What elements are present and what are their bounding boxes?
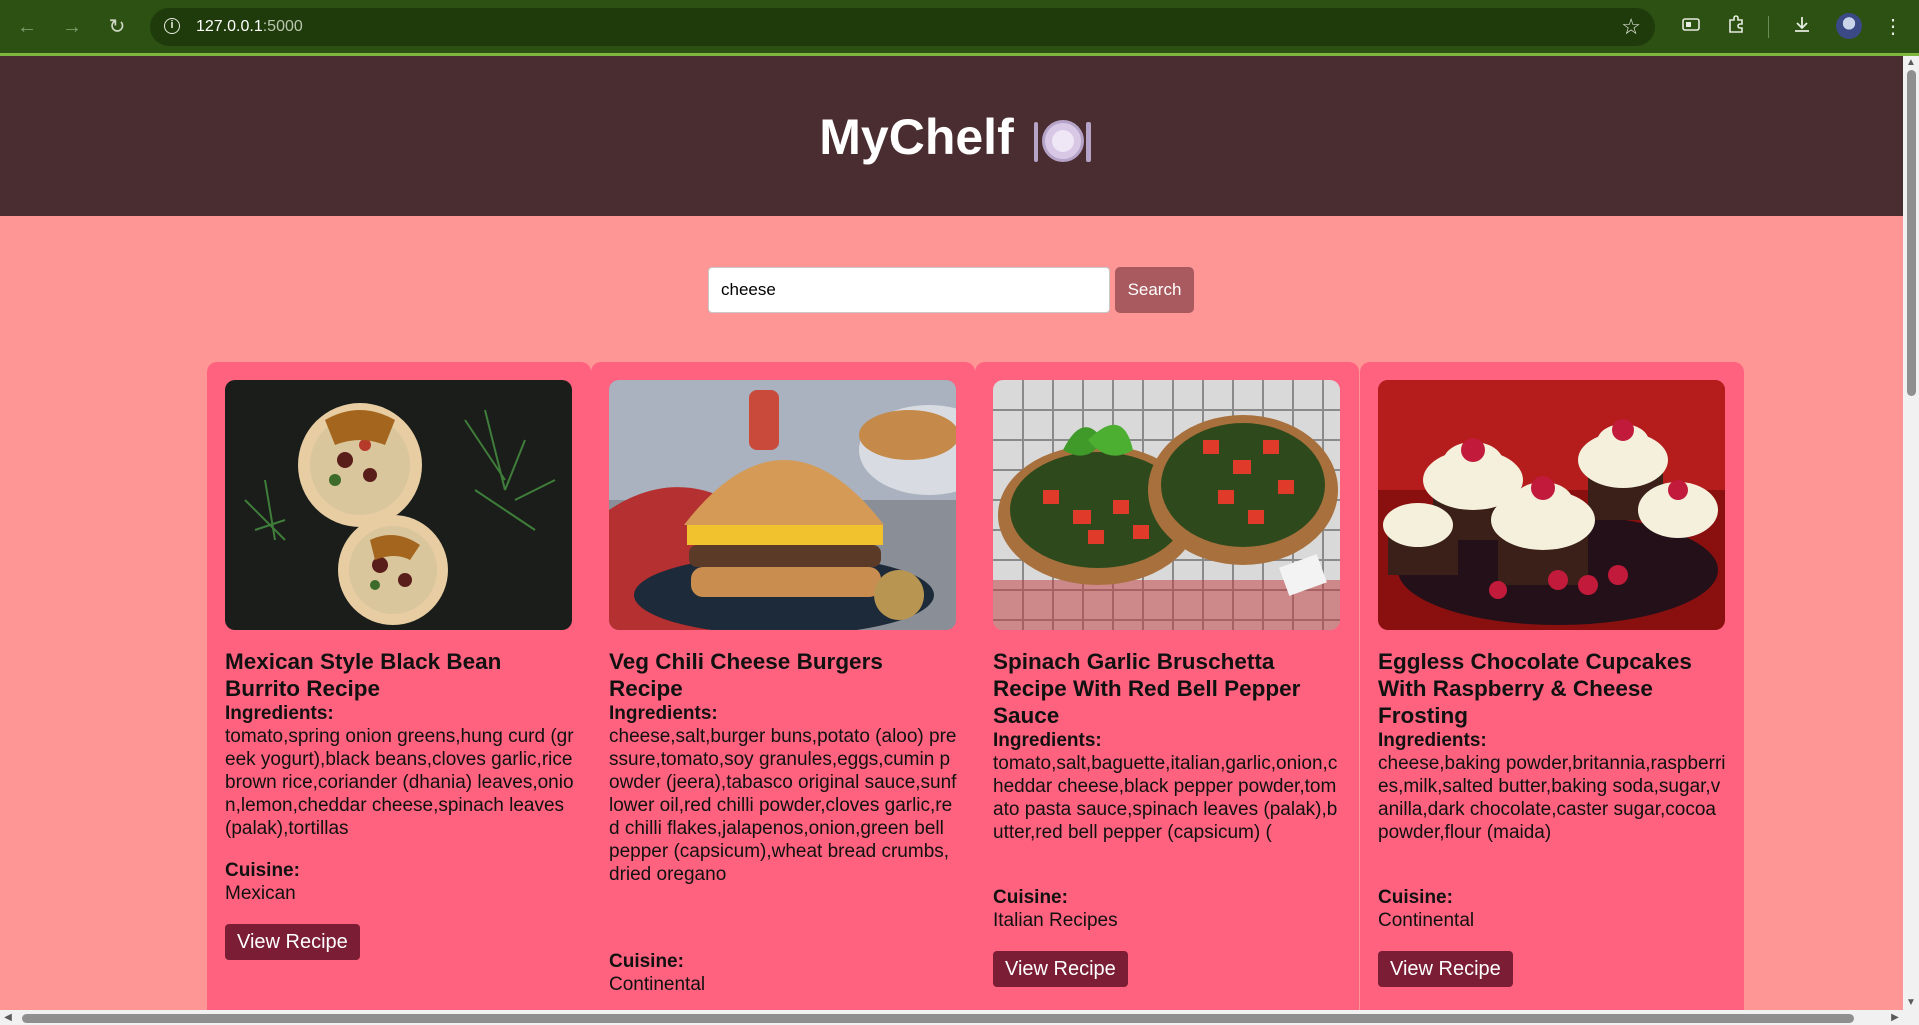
- cuisine-label: Cuisine:: [225, 860, 300, 881]
- ingredients-label: Ingredients:: [225, 703, 334, 724]
- address-bar[interactable]: i 127.0.0.1:5000 ☆: [150, 8, 1655, 46]
- recipe-card: Spinach Garlic Bruschetta Recipe With Re…: [975, 362, 1359, 1010]
- recipe-card: Veg Chili Cheese Burgers Recipe Ingredie…: [591, 362, 975, 1010]
- recipe-ingredients: Ingredients: tomato,spring onion greens,…: [225, 702, 575, 840]
- scroll-right-arrow-icon[interactable]: ▶: [1887, 1010, 1903, 1025]
- ingredients-label: Ingredients:: [1378, 730, 1487, 751]
- download-icon[interactable]: [1789, 14, 1815, 40]
- recipe-cuisine: Cuisine: Italian Recipes: [993, 886, 1343, 932]
- forward-icon[interactable]: →: [59, 14, 85, 40]
- site-info-icon[interactable]: i: [164, 18, 180, 34]
- view-recipe-button[interactable]: View Recipe: [1378, 951, 1513, 987]
- page-viewport: MyChelf Search: [0, 56, 1903, 1010]
- recipe-title: Eggless Chocolate Cupcakes With Raspberr…: [1378, 649, 1692, 728]
- view-recipe-button[interactable]: View Recipe: [993, 951, 1128, 987]
- search-input[interactable]: [708, 267, 1110, 313]
- recipe-cuisine: Cuisine: Continental: [1378, 886, 1728, 932]
- scroll-left-arrow-icon[interactable]: ◀: [0, 1010, 16, 1025]
- cuisine-label: Cuisine:: [609, 951, 684, 972]
- horizontal-scroll-thumb[interactable]: [22, 1014, 1854, 1023]
- url-port: :5000: [262, 18, 303, 35]
- url-text[interactable]: 127.0.0.1:5000: [196, 18, 303, 36]
- recipe-ingredients: Ingredients: tomato,salt,baguette,italia…: [993, 729, 1343, 844]
- profile-avatar-icon[interactable]: [1836, 13, 1862, 39]
- browser-toolbar: ← → ↻ i 127.0.0.1:5000 ☆ ⋮: [0, 0, 1919, 56]
- scroll-down-arrow-icon[interactable]: ▼: [1903, 996, 1919, 1010]
- cheese-burger-photo: [609, 380, 956, 630]
- toolbar-separator: [1768, 16, 1769, 38]
- ingredients-text: tomato,salt,baguette,italian,garlic,onio…: [993, 753, 1338, 843]
- ingredients-label: Ingredients:: [993, 730, 1102, 751]
- extension-card-icon[interactable]: [1678, 14, 1704, 40]
- recipe-cuisine: Cuisine: Mexican: [225, 859, 575, 905]
- cuisine-label: Cuisine:: [1378, 887, 1453, 908]
- scroll-up-arrow-icon[interactable]: ▲: [1903, 56, 1919, 70]
- cuisine-label: Cuisine:: [993, 887, 1068, 908]
- recipe-ingredients: Ingredients: cheese,baking powder,britan…: [1378, 729, 1728, 844]
- horizontal-scrollbar[interactable]: ◀ ▶: [0, 1010, 1919, 1025]
- ingredients-text: cheese,salt,burger buns,potato (aloo) pr…: [609, 726, 957, 885]
- bruschetta-photo: [993, 380, 1340, 630]
- view-recipe-button[interactable]: View Recipe: [225, 924, 360, 960]
- recipe-ingredients: Ingredients: cheese,salt,burger buns,pot…: [609, 702, 959, 886]
- cuisine-text: Continental: [609, 974, 706, 995]
- site-title: MyChelf: [0, 108, 1903, 166]
- menu-kebab-icon[interactable]: ⋮: [1880, 14, 1906, 40]
- recipe-title: Mexican Style Black Bean Burrito Recipe: [225, 649, 502, 701]
- plate-with-cutlery-icon: [1033, 118, 1091, 164]
- cuisine-text: Italian Recipes: [993, 910, 1118, 931]
- ingredients-text: tomato,spring onion greens,hung curd (gr…: [225, 726, 574, 839]
- burrito-photo: [225, 380, 572, 630]
- ingredients-text: cheese,baking powder,britannia,raspberri…: [1378, 753, 1726, 843]
- recipe-card: Mexican Style Black Bean Burrito Recipe …: [207, 362, 591, 1010]
- extensions-puzzle-icon[interactable]: [1723, 14, 1749, 40]
- recipe-title: Spinach Garlic Bruschetta Recipe With Re…: [993, 649, 1301, 728]
- site-header: MyChelf: [0, 56, 1903, 216]
- bookmark-star-icon[interactable]: ☆: [1621, 14, 1641, 40]
- recipe-card: Eggless Chocolate Cupcakes With Raspberr…: [1360, 362, 1744, 1010]
- cuisine-text: Continental: [1378, 910, 1475, 931]
- cuisine-text: Mexican: [225, 883, 296, 904]
- vertical-scroll-thumb[interactable]: [1907, 70, 1916, 396]
- reload-icon[interactable]: ↻: [104, 14, 130, 40]
- recipe-title: Veg Chili Cheese Burgers Recipe: [609, 649, 883, 701]
- ingredients-label: Ingredients:: [609, 703, 718, 724]
- search-button[interactable]: Search: [1115, 267, 1194, 313]
- back-icon[interactable]: ←: [14, 14, 40, 40]
- site-title-text: MyChelf: [819, 109, 1014, 165]
- recipe-cuisine: Cuisine: Continental: [609, 950, 959, 996]
- url-host: 127.0.0.1: [196, 18, 263, 35]
- vertical-scrollbar[interactable]: ▲ ▼: [1903, 56, 1919, 1010]
- cupcakes-photo: [1378, 380, 1725, 630]
